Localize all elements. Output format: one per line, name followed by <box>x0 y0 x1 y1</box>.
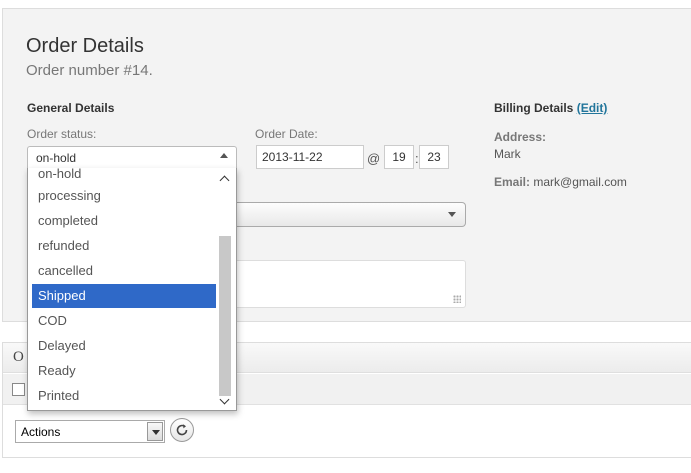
bulk-actions-value: Actions <box>21 425 61 439</box>
dropdown-option-cod[interactable]: COD <box>32 309 216 333</box>
chevron-down-icon <box>147 422 163 441</box>
select-all-checkbox[interactable] <box>12 383 25 396</box>
dropdown-option-completed[interactable]: completed <box>32 209 216 233</box>
scroll-down-icon[interactable] <box>219 394 230 405</box>
billing-heading-text: Billing Details <box>494 101 574 115</box>
order-status-label: Order status: <box>27 127 97 141</box>
billing-email: Email: mark@gmail.com <box>494 175 627 189</box>
dropdown-option-refunded[interactable]: refunded <box>32 234 216 258</box>
refresh-icon <box>176 424 188 436</box>
billing-address-label: Address: <box>494 130 547 144</box>
chevron-down-icon <box>448 212 456 217</box>
billing-email-value: mark@gmail.com <box>533 175 627 189</box>
order-date-label: Order Date: <box>255 127 318 141</box>
order-status-dropdown[interactable]: on-hold processing completed refunded ca… <box>27 168 237 411</box>
page-title: Order Details <box>26 35 144 57</box>
dropdown-option-delayed[interactable]: Delayed <box>32 334 216 358</box>
dropdown-scroll-thumb[interactable] <box>219 236 231 396</box>
billing-email-label: Email: <box>494 175 531 189</box>
bulk-actions-select[interactable]: Actions <box>15 420 165 443</box>
dropdown-option-printed[interactable]: Printed <box>32 384 216 408</box>
order-minute-input[interactable]: 23 <box>419 145 449 169</box>
order-hour-input[interactable]: 19 <box>384 145 414 169</box>
resize-grip-icon[interactable] <box>453 295 461 303</box>
general-details-heading: General Details <box>27 101 115 115</box>
at-symbol: @ <box>367 151 381 166</box>
dropdown-scrollbar[interactable] <box>218 170 232 408</box>
refresh-button[interactable] <box>170 418 194 442</box>
scroll-up-icon[interactable] <box>219 175 230 186</box>
billing-edit-link[interactable]: (Edit) <box>577 101 608 115</box>
order-number: Order number #14. <box>26 62 153 79</box>
customer-select[interactable] <box>237 202 466 227</box>
billing-details-heading: Billing Details (Edit) <box>494 101 607 115</box>
chevron-up-icon <box>220 153 228 158</box>
order-status-select[interactable]: on-hold <box>27 146 237 168</box>
billing-address-value: Mark <box>494 147 521 161</box>
dropdown-option-ready[interactable]: Ready <box>32 359 216 383</box>
dropdown-option-cancelled[interactable]: cancelled <box>32 259 216 283</box>
order-status-value: on-hold <box>36 151 77 165</box>
order-date-input[interactable]: 2013-11-22 <box>256 145 364 169</box>
customer-note-textarea[interactable] <box>237 260 466 308</box>
order-items-box-title: O <box>13 349 24 365</box>
dropdown-option-shipped[interactable]: Shipped <box>32 284 216 308</box>
dropdown-option-processing[interactable]: processing <box>32 184 216 208</box>
